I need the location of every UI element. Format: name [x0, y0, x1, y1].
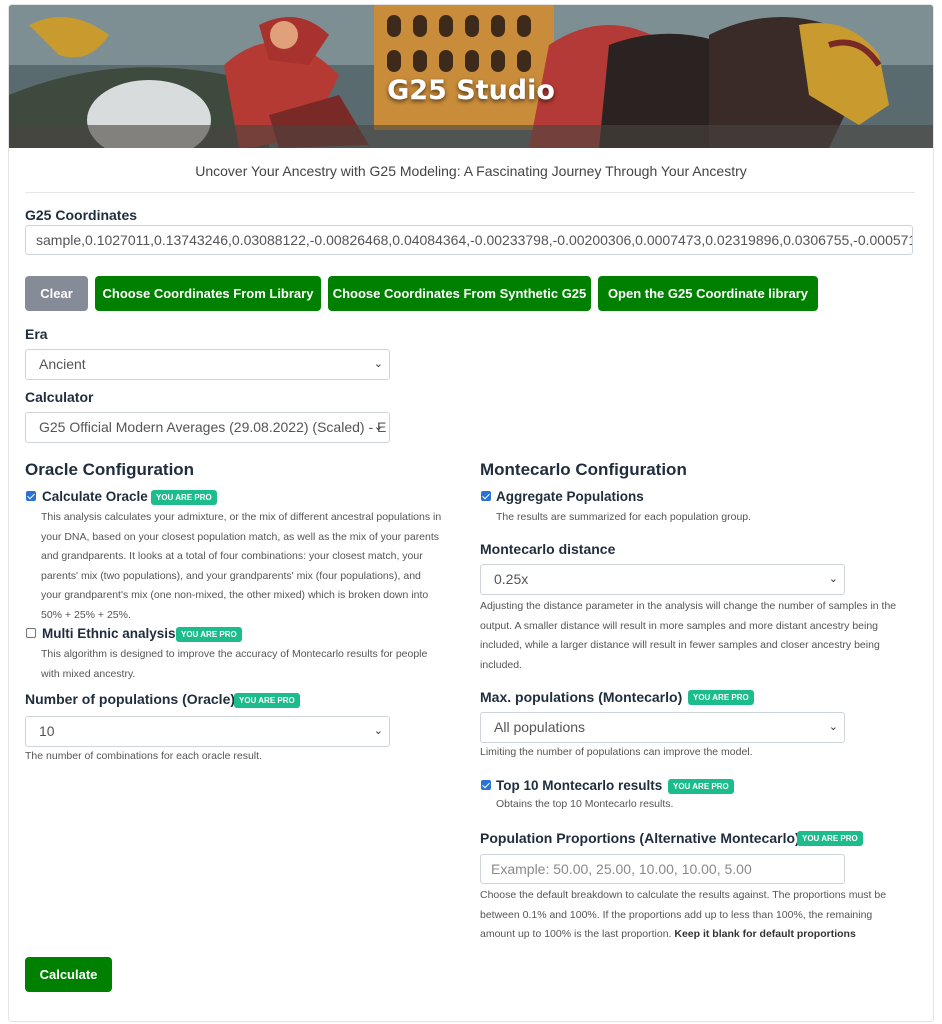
- population-proportions-input[interactable]: Example: 50.00, 25.00, 10.00, 10.00, 5.0…: [480, 854, 845, 884]
- header-banner: G25 Studio: [9, 5, 933, 148]
- coords-label: G25 Coordinates: [25, 207, 138, 223]
- coords-input[interactable]: sample,0.1027011,0.13743246,0.03088122,-…: [25, 225, 913, 255]
- pro-badge: YOU ARE PRO: [151, 490, 217, 505]
- montecarlo-heading: Montecarlo Configuration: [480, 460, 687, 479]
- max-populations-description: Limiting the number of populations can i…: [480, 746, 753, 758]
- num-populations-label: Number of populations (Oracle): [25, 691, 236, 707]
- montecarlo-distance-description: Adjusting the distance parameter in the …: [480, 600, 897, 671]
- chevron-down-icon: ⌄: [828, 573, 838, 585]
- app-title: G25 Studio: [387, 75, 555, 106]
- calculate-oracle-description: This analysis calculates your admixture,…: [41, 511, 442, 621]
- montecarlo-distance-label: Montecarlo distance: [480, 541, 616, 557]
- open-library-button[interactable]: Open the G25 Coordinate library: [598, 276, 818, 311]
- multi-ethnic-checkbox[interactable]: [26, 628, 36, 638]
- calculate-oracle-label: Calculate Oracle: [42, 489, 148, 504]
- calculate-button[interactable]: Calculate: [25, 957, 112, 992]
- num-populations-select[interactable]: 10 ⌄: [25, 716, 390, 747]
- pro-badge: YOU ARE PRO: [668, 779, 734, 794]
- top10-label: Top 10 Montecarlo results: [496, 778, 663, 793]
- page-subtitle: Uncover Your Ancestry with G25 Modeling:…: [195, 163, 747, 179]
- montecarlo-distance-value: 0.25x: [494, 571, 529, 587]
- choose-synthetic-button[interactable]: Choose Coordinates From Synthetic G25: [328, 276, 591, 311]
- population-proportions-description: Choose the default breakdown to calculat…: [480, 889, 887, 940]
- num-populations-description: The number of combinations for each orac…: [25, 750, 262, 762]
- clear-button[interactable]: Clear: [25, 276, 88, 311]
- num-populations-value: 10: [39, 723, 55, 739]
- pro-badge: YOU ARE PRO: [234, 693, 300, 708]
- oracle-heading: Oracle Configuration: [25, 460, 195, 479]
- aggregate-populations-checkbox[interactable]: [481, 491, 491, 501]
- pro-badge: YOU ARE PRO: [176, 627, 242, 642]
- era-value: Ancient: [39, 356, 86, 372]
- keep-blank-note: Keep it blank for default proportions: [674, 928, 856, 940]
- calculator-label: Calculator: [25, 389, 94, 405]
- main-card: G25 Studio Uncover Your Ancestry with G2…: [8, 4, 934, 1022]
- aggregate-populations-label: Aggregate Populations: [496, 489, 644, 504]
- choose-library-button[interactable]: Choose Coordinates From Library: [95, 276, 321, 311]
- calculator-value: G25 Official Modern Averages (29.08.2022…: [39, 419, 387, 435]
- calculator-select[interactable]: G25 Official Modern Averages (29.08.2022…: [25, 412, 390, 443]
- chevron-down-icon: ⌄: [828, 721, 838, 733]
- divider: [25, 192, 915, 193]
- multi-ethnic-description: This algorithm is designed to improve th…: [41, 648, 428, 680]
- aggregate-populations-description: The results are summarized for each popu…: [496, 511, 752, 523]
- population-proportions-label: Population Proportions (Alternative Mont…: [480, 830, 800, 846]
- multi-ethnic-label: Multi Ethnic analysis: [42, 626, 176, 641]
- top10-checkbox[interactable]: [481, 780, 491, 790]
- pro-badge: YOU ARE PRO: [688, 690, 754, 705]
- era-select[interactable]: Ancient ⌄: [25, 349, 390, 380]
- max-populations-value: All populations: [494, 719, 586, 735]
- max-populations-select[interactable]: All populations ⌄: [480, 712, 845, 743]
- era-label: Era: [25, 326, 48, 342]
- chevron-down-icon: ⌄: [373, 421, 383, 433]
- calculate-oracle-checkbox[interactable]: [26, 491, 36, 501]
- pro-badge: YOU ARE PRO: [797, 831, 863, 846]
- montecarlo-distance-select[interactable]: 0.25x ⌄: [480, 564, 845, 595]
- chevron-down-icon: ⌄: [373, 358, 383, 370]
- max-populations-label: Max. populations (Montecarlo): [480, 689, 683, 705]
- top10-description: Obtains the top 10 Montecarlo results.: [496, 798, 674, 810]
- chevron-down-icon: ⌄: [373, 725, 383, 737]
